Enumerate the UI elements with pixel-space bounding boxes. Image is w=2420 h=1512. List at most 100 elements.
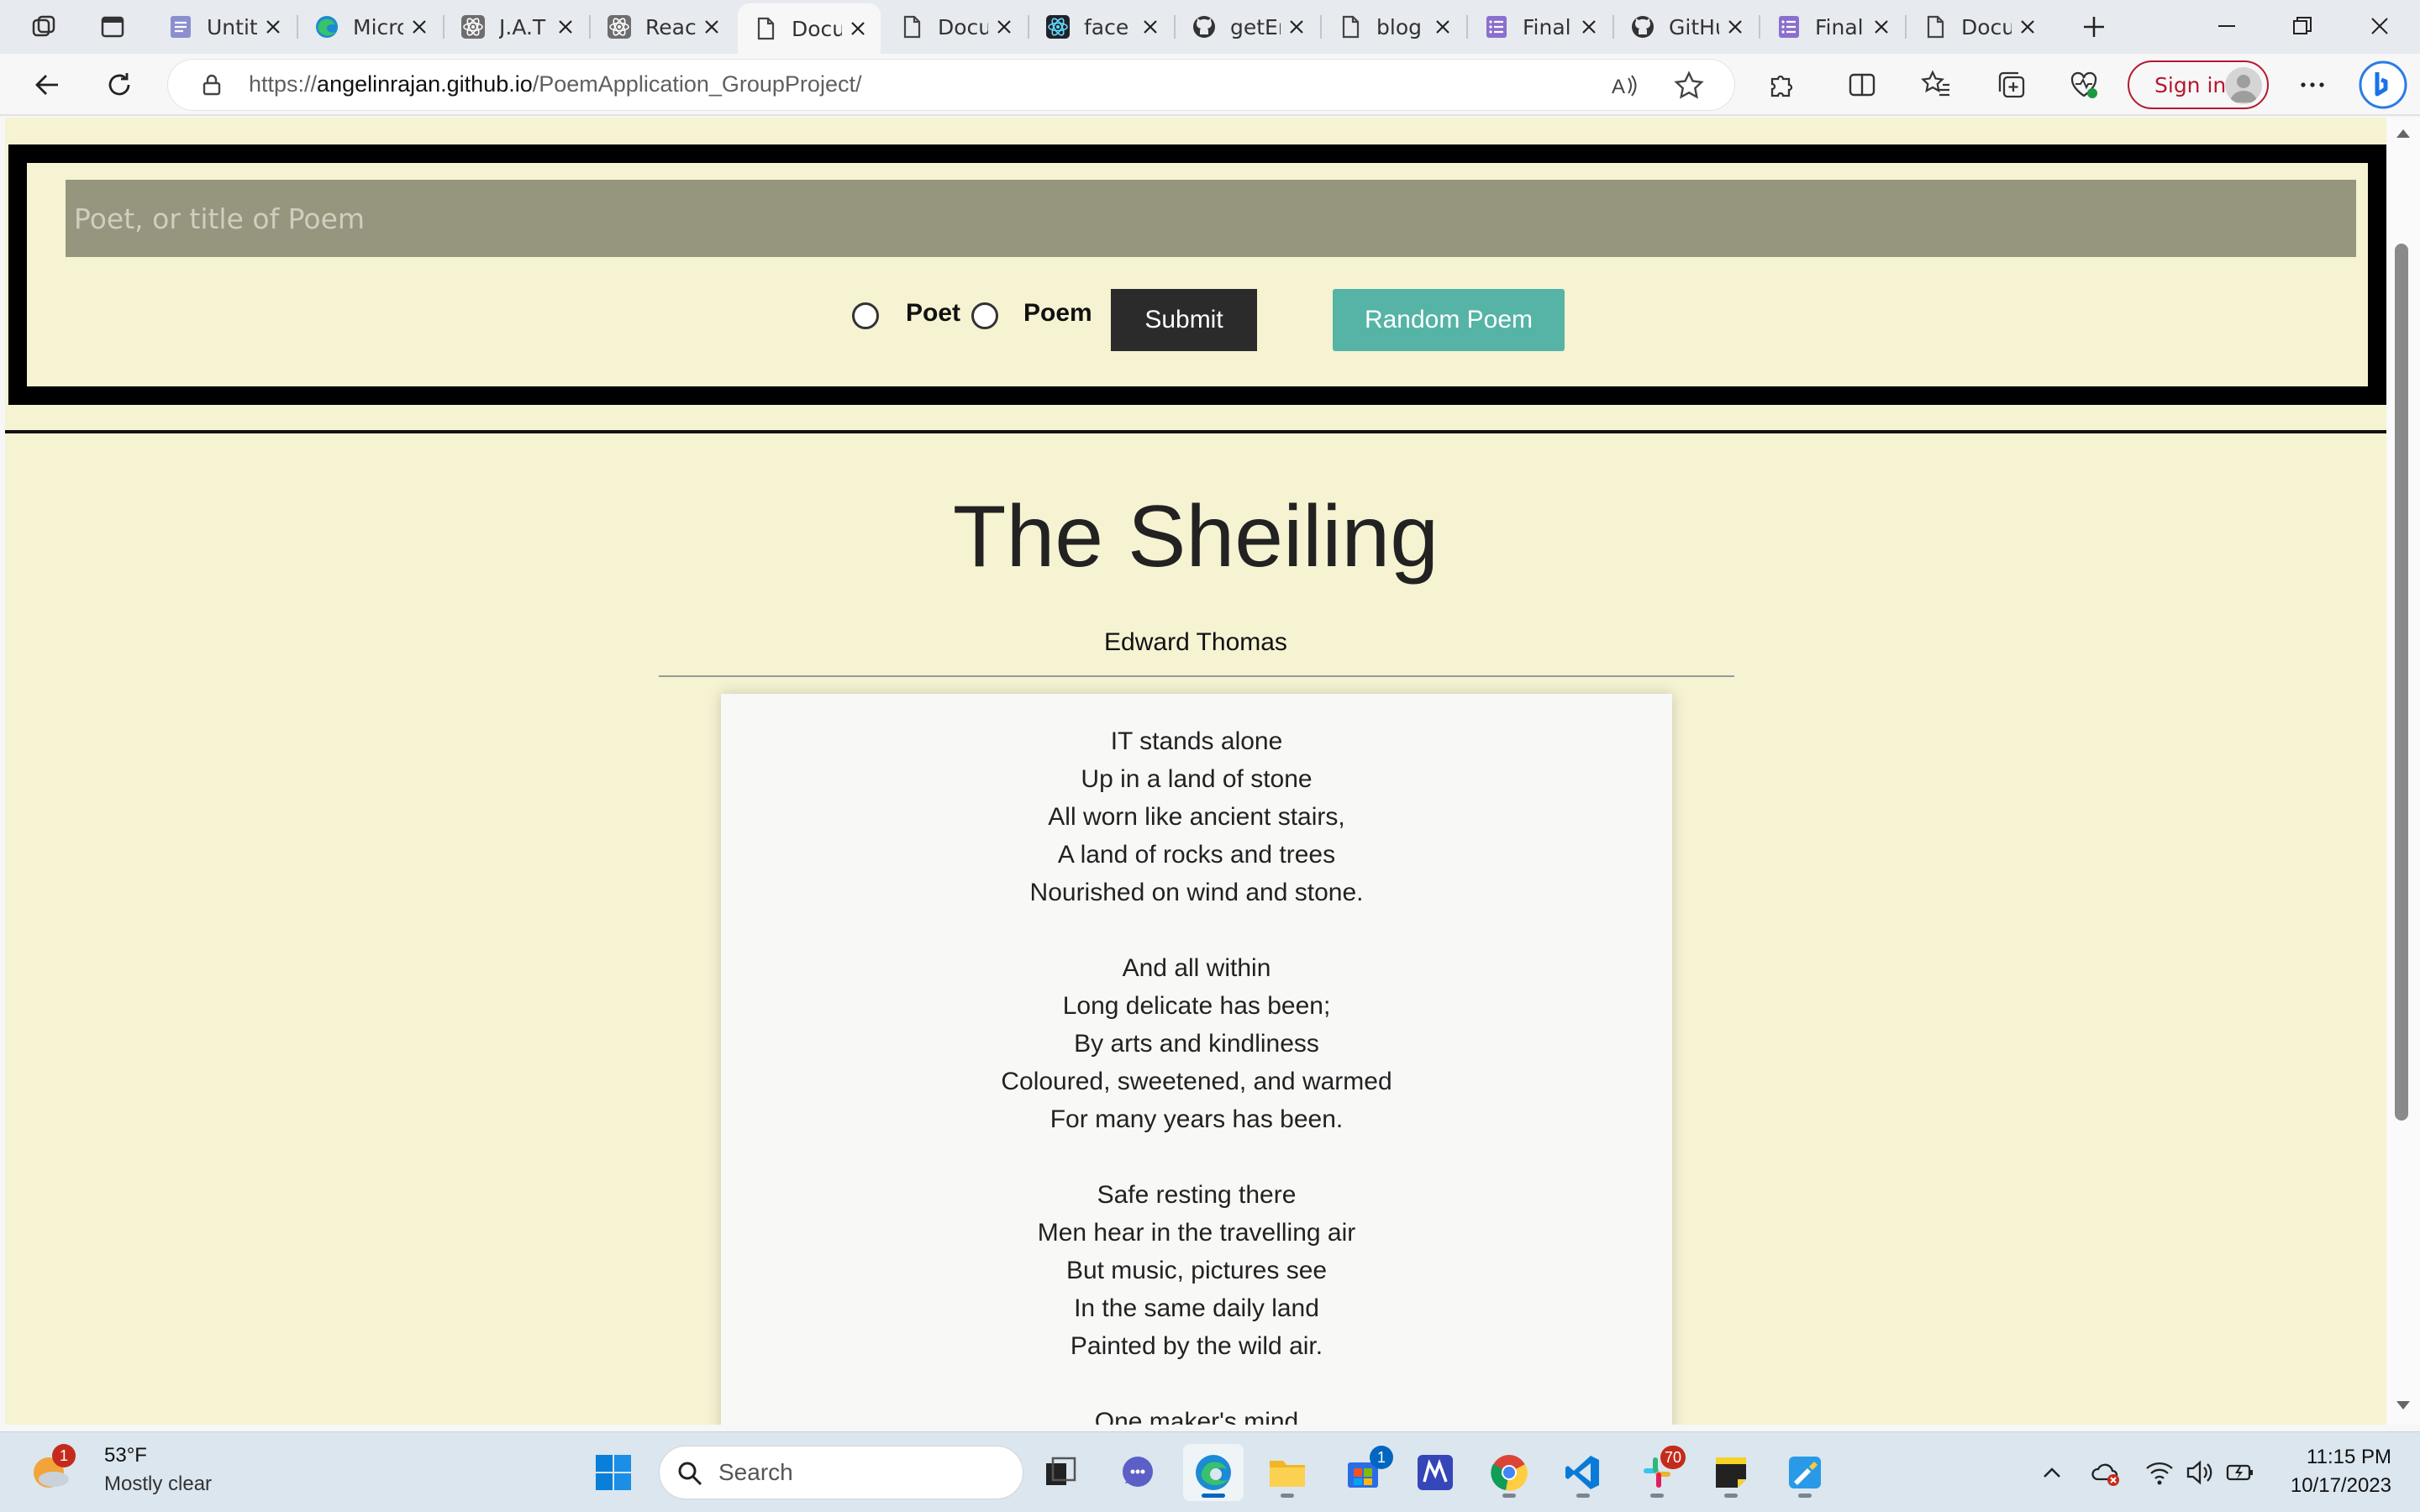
poet-radio-label: Poet [906,299,961,327]
copilot-button[interactable] [2358,59,2408,111]
scroll-up-icon[interactable] [2395,126,2412,139]
scrollbar[interactable] [2386,118,2420,1425]
running-indicator [1798,1494,1812,1498]
close-tab-icon[interactable] [1432,16,1454,38]
close-tab-icon[interactable] [1870,16,1892,38]
favorite-star-icon[interactable] [1674,71,1704,101]
submit-button[interactable]: Submit [1111,289,1257,351]
workspaces-icon [32,15,55,37]
extensions-button[interactable] [1760,64,1803,106]
browser-essentials-button[interactable] [2062,64,2106,106]
close-window-button[interactable] [2344,0,2415,52]
poem-lines: IT stands alone Up in a land of stone All … [721,722,1672,1425]
battery-tray-button[interactable] [2225,1457,2255,1488]
chrome-app[interactable] [1479,1444,1539,1501]
task-view-icon [1046,1457,1076,1485]
browser-tab[interactable]: J.A.T [445,5,588,49]
collections-button[interactable] [1990,64,2033,106]
heart-pulse-icon [2070,71,2097,98]
page-icon [1923,14,1948,39]
split-screen-button[interactable] [1840,64,1884,106]
minimize-button[interactable] [2191,0,2262,52]
close-tab-icon[interactable] [1578,16,1600,38]
browser-tab[interactable]: face [1030,5,1173,49]
paint-app[interactable] [1775,1444,1835,1501]
tab-title: Document [938,14,988,39]
teams-chat-app[interactable] [1107,1444,1168,1501]
browser-tab[interactable]: Document [884,5,1027,49]
task-view-button[interactable] [1030,1444,1091,1501]
new-tab-button[interactable] [2074,8,2114,45]
browser-tab[interactable]: Final [1761,5,1904,49]
stanza-break [721,1138,1672,1176]
browser-tab[interactable]: Microsoft [299,5,442,49]
sign-in-button[interactable]: Sign in [2128,60,2269,109]
sticky-notes-app[interactable] [1701,1444,1761,1501]
poem-line: Painted by the wild air. [1070,1332,1323,1360]
poem-radio[interactable] [971,302,998,329]
weather-badge: 1 [52,1444,76,1467]
taskbar-search[interactable]: Search [659,1446,1023,1499]
browser-tab[interactable]: Untitled [153,5,296,49]
onedrive-tray-button[interactable] [2091,1457,2121,1488]
wifi-tray-button[interactable] [2144,1457,2175,1488]
browser-tab[interactable]: GitHub [1615,5,1758,49]
browser-tab[interactable]: getEmoji [1176,5,1319,49]
poem-title: The Sheiling [952,488,1439,585]
show-hidden-icons-button[interactable] [2037,1457,2067,1488]
edge-app[interactable] [1183,1444,1244,1501]
back-button[interactable] [25,64,69,106]
start-button[interactable] [583,1444,644,1501]
vscode-app[interactable] [1553,1444,1613,1501]
edge-icon [314,14,339,39]
doc-lines-icon [168,14,193,39]
close-tab-icon[interactable] [408,16,430,38]
clock[interactable]: 11:15 PM 10/17/2023 [2269,1432,2420,1512]
close-tab-icon[interactable] [555,16,576,38]
list-icon [1776,14,1802,39]
close-tab-icon[interactable] [1724,16,1746,38]
poem-line: Long delicate has been; [1062,992,1331,1020]
tab-actions-button[interactable] [92,8,133,45]
tab-separator [443,15,445,39]
slack-app[interactable]: 70 [1627,1444,1687,1501]
browser-tab[interactable]: Document [1907,5,2050,49]
search-input[interactable] [66,180,2356,257]
browser-tab[interactable]: blog [1323,5,1465,49]
store-app[interactable]: 1 [1333,1444,1393,1501]
close-tab-icon[interactable] [262,16,284,38]
browser-toolbar: https://angelinrajan.github.io/PoemAppli… [0,54,2420,116]
read-aloud-icon[interactable]: A [1610,71,1639,100]
close-tab-icon[interactable] [701,16,723,38]
edge-icon [1196,1455,1231,1490]
poem-radio-label: Poem [1023,299,1092,327]
address-bar[interactable]: https://angelinrajan.github.io/PoemAppli… [168,60,1734,110]
tab-title: GitHub [1669,14,1719,39]
scrollbar-thumb[interactable] [2395,244,2408,1121]
file-explorer-app[interactable] [1257,1444,1318,1501]
close-tab-icon[interactable] [1139,16,1161,38]
volume-tray-button[interactable] [2185,1457,2215,1488]
favorites-button[interactable] [1914,64,1958,106]
poet-radio[interactable] [852,302,879,329]
settings-more-button[interactable] [2291,64,2334,106]
workspaces-button[interactable] [24,8,64,45]
weather-widget[interactable]: 1 53°F Mostly clear [20,1432,213,1512]
close-tab-icon[interactable] [1286,16,1307,38]
close-tab-icon[interactable] [847,18,869,39]
scroll-down-icon[interactable] [2395,1399,2412,1413]
browser-tab[interactable]: React [592,5,734,49]
vscode-icon [1565,1456,1599,1489]
mathpix-app[interactable] [1405,1444,1465,1501]
refresh-button[interactable] [97,64,141,106]
close-tab-icon[interactable] [2017,16,2039,38]
taskbar-search-label: Search [718,1459,793,1485]
browser-tab[interactable]: Document [738,3,881,54]
chat-icon [1123,1457,1153,1487]
stanza-break [721,911,1672,949]
restore-button[interactable] [2267,0,2338,52]
random-poem-button[interactable]: Random Poem [1333,289,1565,351]
user-silhouette-icon [2230,75,2257,102]
close-tab-icon[interactable] [993,16,1015,38]
browser-tab[interactable]: Final [1469,5,1612,49]
